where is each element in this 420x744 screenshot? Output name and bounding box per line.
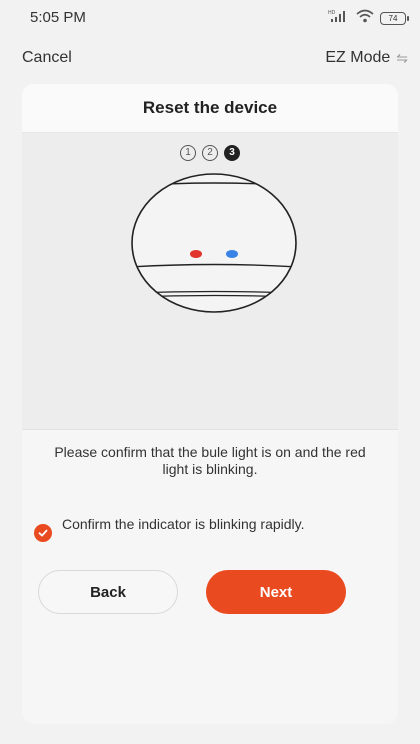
- wifi-icon: [356, 9, 374, 28]
- instruction-text: Please confirm that the bule light is on…: [54, 444, 366, 477]
- cancel-button[interactable]: Cancel: [22, 49, 72, 67]
- back-button[interactable]: Back: [38, 570, 178, 614]
- confirm-label: Confirm the indicator is blinking rapidl…: [62, 516, 305, 532]
- red-indicator-light: [190, 250, 202, 258]
- card-header: Reset the device: [22, 84, 398, 133]
- status-bar: 5:05 PM HD 74: [0, 0, 420, 34]
- hd-signal-icon: HD: [328, 9, 350, 28]
- step-indicator: 1 2 3: [22, 145, 398, 161]
- ez-mode-label: EZ Mode: [325, 49, 391, 66]
- blue-indicator-light: [226, 250, 238, 258]
- reset-device-card: Reset the device 1 2 3 Please confirm th…: [22, 84, 398, 724]
- checkmark-icon[interactable]: [34, 524, 52, 542]
- step-1: 1: [180, 145, 196, 161]
- page-title: Reset the device: [142, 98, 278, 117]
- step-3-active: 3: [224, 145, 240, 161]
- swap-icon: ⇋: [396, 49, 408, 66]
- confirm-checkbox-row[interactable]: Confirm the indicator is blinking rapidl…: [34, 516, 354, 542]
- device-illustration: [131, 173, 297, 313]
- illustration-area: 1 2 3: [22, 133, 398, 430]
- status-time: 5:05 PM: [30, 9, 86, 26]
- status-icons: HD 74: [328, 9, 409, 28]
- next-button[interactable]: Next: [206, 570, 346, 614]
- step-2: 2: [202, 145, 218, 161]
- top-nav: Cancel EZ Mode ⇋: [0, 40, 420, 76]
- ez-mode-switch[interactable]: EZ Mode ⇋: [325, 49, 408, 67]
- svg-text:HD: HD: [328, 10, 336, 16]
- battery-icon: 74: [380, 12, 409, 25]
